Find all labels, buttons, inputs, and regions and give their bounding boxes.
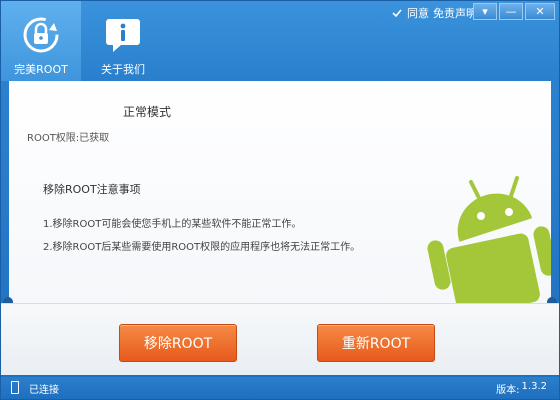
menu-dropdown-button[interactable]: ▾	[473, 3, 497, 20]
status-bar: 已连接 版本: 1.3.2	[1, 377, 559, 399]
disclaimer-area: 同意 免责声明	[391, 5, 477, 21]
mode-title: 正常模式	[123, 105, 172, 119]
connection-status: 已连接	[29, 385, 59, 396]
main-content: 正常模式 ROOT权限:已获取 移除ROOT注意事项 1.移除ROOT可能会使您…	[9, 81, 551, 303]
close-icon: ✕	[535, 5, 545, 18]
check-icon[interactable]	[391, 7, 403, 19]
minimize-button[interactable]: —	[499, 3, 523, 20]
nav-about-us-label: 关于我们	[101, 63, 145, 76]
reroot-button[interactable]: 重新ROOT	[317, 324, 435, 362]
note-title: 移除ROOT注意事项	[43, 183, 141, 196]
info-icon	[103, 15, 143, 55]
action-bar: 移除ROOT 重新ROOT	[1, 303, 559, 375]
close-button[interactable]: ✕	[525, 3, 555, 20]
remove-root-button[interactable]: 移除ROOT	[119, 324, 237, 362]
android-mascot-icon	[427, 176, 551, 303]
header-bar: 完美ROOT 关于我们 同意 免责声明 ▾ — ✕	[1, 1, 559, 81]
lock-refresh-icon	[21, 15, 61, 55]
window-controls: ▾ — ✕	[473, 3, 555, 20]
version-number: 1.3.2	[521, 381, 547, 392]
nav-about-us[interactable]: 关于我们	[83, 1, 163, 81]
root-status-text: ROOT权限:已获取	[27, 133, 110, 144]
nav-perfect-root-label: 完美ROOT	[14, 63, 68, 76]
note-item-1: 1.移除ROOT可能会使您手机上的某些软件不能正常工作。	[43, 219, 302, 230]
version-info: 版本: 1.3.2	[496, 381, 547, 396]
agree-label[interactable]: 同意	[407, 5, 429, 21]
disclaimer-link[interactable]: 免责声明	[433, 5, 477, 21]
chevron-down-icon: ▾	[482, 5, 488, 18]
nav-perfect-root[interactable]: 完美ROOT	[1, 1, 81, 81]
minimize-icon: —	[505, 5, 517, 18]
version-label: 版本:	[496, 385, 520, 396]
app-window: 完美ROOT 关于我们 同意 免责声明 ▾ — ✕ 正常模式 ROOT权限:已获…	[0, 0, 560, 400]
phone-icon	[11, 381, 19, 394]
note-item-2: 2.移除ROOT后某些需要使用ROOT权限的应用程序也将无法正常工作。	[43, 242, 361, 253]
